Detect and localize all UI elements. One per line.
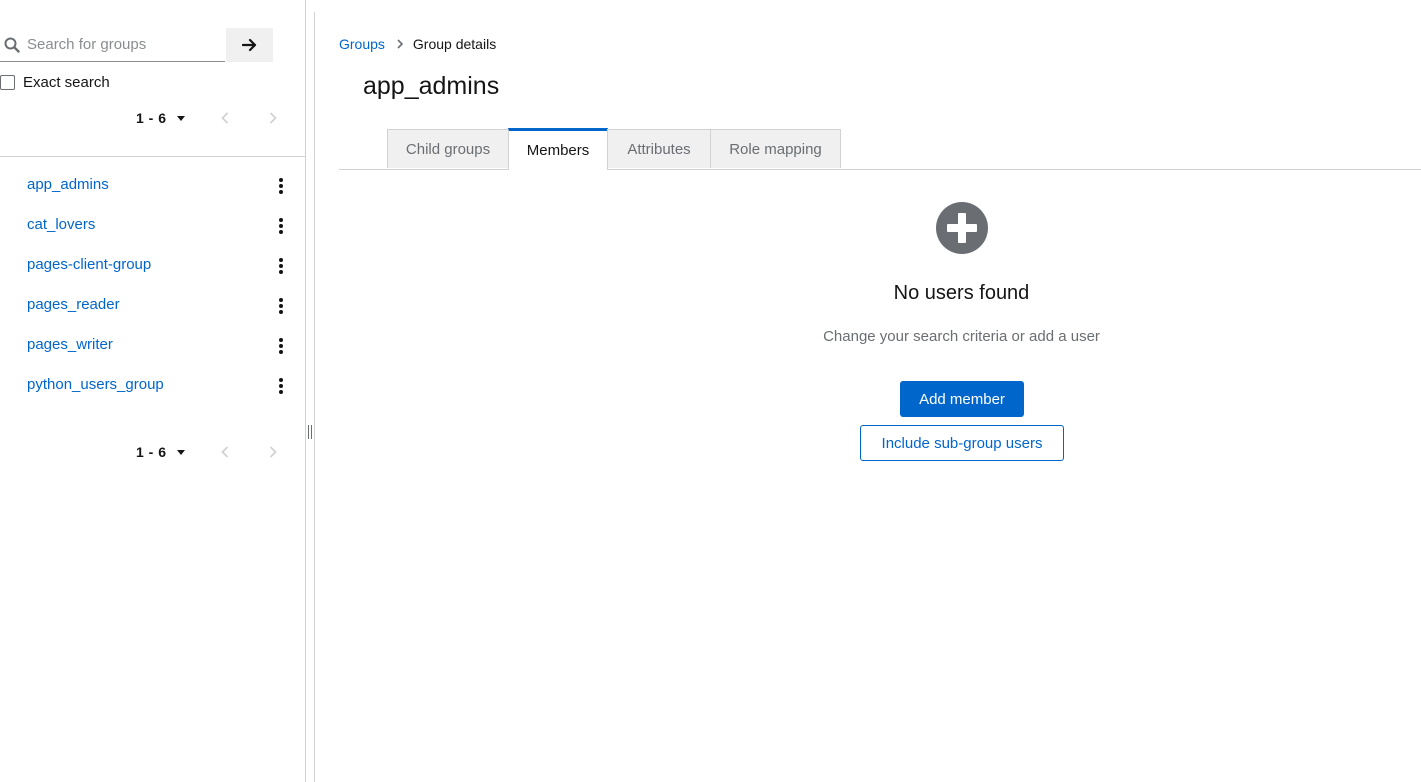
plus-circle-icon: [936, 202, 988, 254]
page-title: app_admins: [363, 72, 500, 100]
caret-down-icon[interactable]: [176, 449, 185, 455]
group-list-item[interactable]: app_admins: [0, 166, 305, 206]
arrow-right-icon: [241, 38, 256, 52]
kebab-menu-icon[interactable]: [274, 296, 288, 316]
tab-role-mapping[interactable]: Role mapping: [710, 129, 841, 168]
caret-down-icon[interactable]: [176, 115, 185, 121]
empty-state-body: Change your search criteria or add a use…: [823, 328, 1100, 345]
group-list-item[interactable]: pages_writer: [0, 326, 305, 366]
search-input[interactable]: [27, 28, 222, 61]
sidebar-divider: [0, 156, 305, 157]
pagination-range[interactable]: 1 - 6: [136, 110, 167, 126]
breadcrumb-current: Group details: [412, 36, 497, 52]
pagination-range[interactable]: 1 - 6: [136, 444, 167, 460]
add-member-button[interactable]: Add member: [900, 381, 1024, 417]
include-sub-group-users-button[interactable]: Include sub-group users: [860, 425, 1064, 461]
group-tree-sidebar: Exact search 1 - 6 app_admins cat_lovers…: [0, 0, 306, 782]
breadcrumb-groups-link[interactable]: Groups: [339, 36, 385, 52]
pagination-top: 1 - 6: [136, 108, 286, 128]
kebab-menu-icon[interactable]: [274, 376, 288, 396]
previous-page-icon[interactable]: [218, 111, 232, 125]
group-link[interactable]: cat_lovers: [27, 216, 95, 233]
group-list-item[interactable]: cat_lovers: [0, 206, 305, 246]
panel-divider: [314, 12, 315, 782]
group-link[interactable]: pages_reader: [27, 296, 120, 313]
breadcrumb: Groups Group details: [339, 35, 496, 53]
kebab-menu-icon[interactable]: [274, 336, 288, 356]
exact-search-checkbox[interactable]: [0, 74, 15, 90]
group-tabs: Child groups Members Attributes Role map…: [339, 128, 1421, 170]
exact-search-row: Exact search: [0, 72, 110, 92]
exact-search-label: Exact search: [23, 73, 110, 91]
kebab-menu-icon[interactable]: [274, 216, 288, 236]
tab-attributes[interactable]: Attributes: [607, 129, 711, 168]
group-link[interactable]: python_users_group: [27, 376, 164, 393]
next-page-icon[interactable]: [266, 445, 280, 459]
resize-handle-icon[interactable]: [307, 425, 313, 439]
tab-members[interactable]: Members: [508, 128, 608, 170]
next-page-icon[interactable]: [266, 111, 280, 125]
group-link[interactable]: app_admins: [27, 176, 109, 193]
group-list-item[interactable]: pages_reader: [0, 286, 305, 326]
group-link[interactable]: pages-client-group: [27, 256, 151, 273]
search-icon: [4, 37, 20, 53]
kebab-menu-icon[interactable]: [274, 176, 288, 196]
search-submit-button[interactable]: [226, 28, 273, 62]
group-link[interactable]: pages_writer: [27, 336, 113, 353]
tab-child-groups[interactable]: Child groups: [387, 129, 509, 168]
previous-page-icon[interactable]: [218, 445, 232, 459]
empty-state-title: No users found: [893, 282, 1030, 304]
group-list: app_admins cat_lovers pages-client-group…: [0, 166, 305, 406]
kebab-menu-icon[interactable]: [274, 256, 288, 276]
search-box: [0, 28, 225, 62]
group-search: [0, 28, 273, 63]
group-list-item[interactable]: pages-client-group: [0, 246, 305, 286]
chevron-right-icon: [397, 39, 403, 49]
pagination-bottom: 1 - 6: [136, 442, 286, 462]
group-list-item[interactable]: python_users_group: [0, 366, 305, 406]
